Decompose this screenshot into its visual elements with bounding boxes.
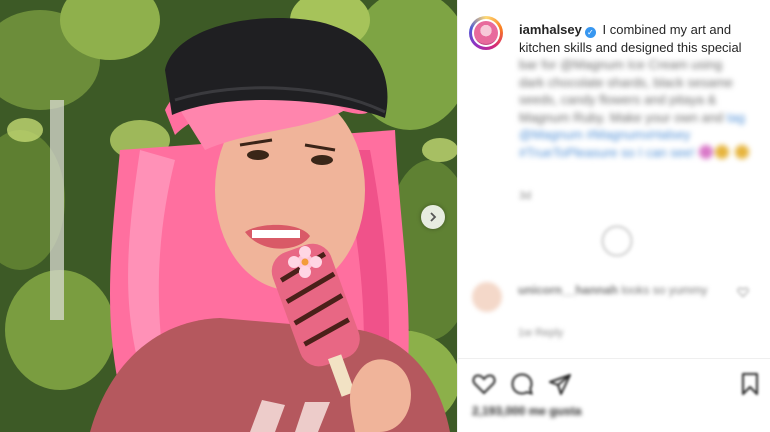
share-button[interactable] xyxy=(546,370,574,398)
heart-icon xyxy=(472,374,496,395)
spinner-icon xyxy=(601,225,633,257)
likes-count[interactable]: 2,193,000 me gusta xyxy=(472,404,581,418)
author-username[interactable]: iamhalsey xyxy=(519,22,582,37)
save-button[interactable] xyxy=(736,370,764,398)
bookmark-icon xyxy=(742,373,758,395)
comment-item: unicorn__hannah looks so yummy 1w Reply xyxy=(472,280,762,339)
emoji-icon xyxy=(735,144,750,159)
emoji-icon xyxy=(715,144,730,159)
commenter-avatar[interactable] xyxy=(472,282,502,312)
comment-button[interactable] xyxy=(508,370,536,398)
comment-text: looks so yummy xyxy=(621,283,708,297)
post-timestamp: 3d xyxy=(519,190,532,202)
comment-icon xyxy=(511,373,533,395)
caption-blurred: bar for @Magnum Ice Cream using dark cho… xyxy=(519,57,750,160)
comment-meta[interactable]: 1w Reply xyxy=(518,327,563,339)
emoji-icon xyxy=(699,144,714,159)
post-caption: iamhalsey ✓ I combined my art and kitchen… xyxy=(519,21,751,161)
comment-author[interactable]: unicorn__hannah xyxy=(518,283,618,297)
post-photo[interactable] xyxy=(0,0,457,432)
chevron-right-icon xyxy=(430,212,437,222)
avatar-image xyxy=(474,21,498,45)
next-slide-button[interactable] xyxy=(421,205,445,229)
section-divider xyxy=(457,358,770,359)
post-image xyxy=(0,0,457,432)
comment-like-icon[interactable] xyxy=(737,286,749,298)
author-avatar[interactable] xyxy=(469,16,503,50)
verified-badge-icon: ✓ xyxy=(584,27,596,38)
paper-plane-icon xyxy=(549,374,571,395)
post-actions xyxy=(470,370,765,398)
comment-body: unicorn__hannah looks so yummy xyxy=(518,283,707,297)
like-button[interactable] xyxy=(470,370,498,398)
